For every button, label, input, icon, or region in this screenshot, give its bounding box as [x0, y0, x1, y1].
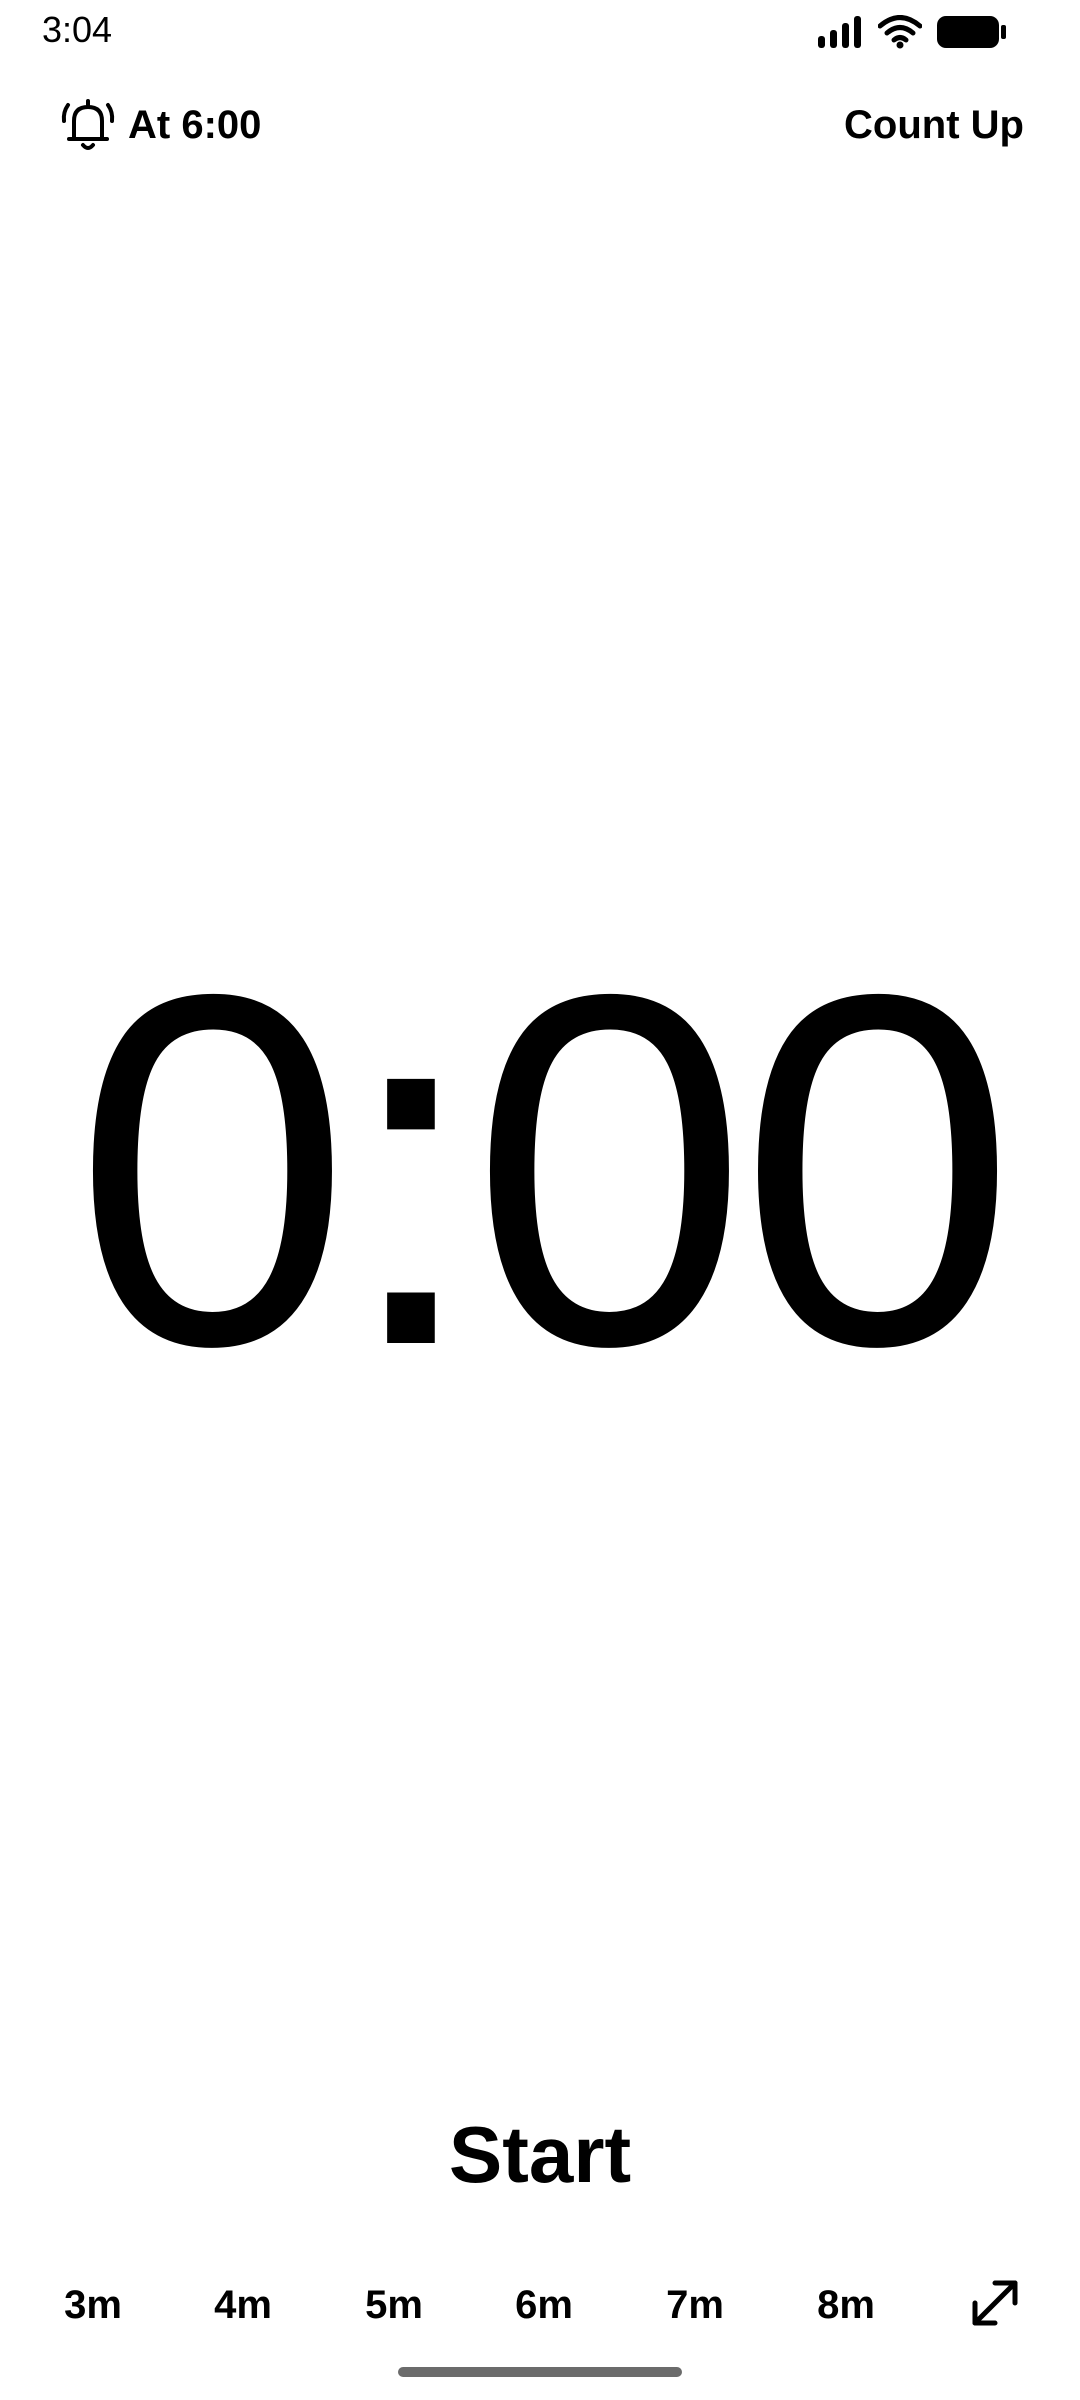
- timer-display: 0:00: [73, 890, 1016, 1449]
- alarm-button[interactable]: At 6:00: [60, 95, 261, 155]
- alarm-bell-icon: [60, 95, 116, 155]
- top-bar: At 6:00 Count Up: [0, 90, 1080, 160]
- status-icons: [818, 12, 1008, 52]
- battery-icon: [936, 14, 1008, 50]
- home-indicator[interactable]: [398, 2367, 682, 2377]
- preset-bar: 3m 4m 5m 6m 7m 8m: [0, 2265, 1080, 2345]
- timer-screen: 3:04 At 6:00 Count Up 0:00 Start 3m 4m 5…: [0, 0, 1080, 2400]
- preset-7m-button[interactable]: 7m: [635, 2265, 755, 2345]
- preset-6m-button[interactable]: 6m: [484, 2265, 604, 2345]
- status-time: 3:04: [42, 9, 113, 50]
- wifi-icon: [878, 15, 922, 49]
- start-button[interactable]: Start: [340, 2100, 740, 2210]
- alarm-label: At 6:00: [128, 103, 262, 147]
- expand-diagonal-icon: [967, 2275, 1023, 2336]
- preset-3m-button[interactable]: 3m: [33, 2265, 153, 2345]
- count-up-button[interactable]: Count Up: [844, 100, 1024, 150]
- fullscreen-button[interactable]: [955, 2265, 1035, 2345]
- status-bar: 3:04: [0, 0, 1080, 60]
- signal-icon: [818, 16, 864, 48]
- preset-5m-button[interactable]: 5m: [334, 2265, 454, 2345]
- preset-8m-button[interactable]: 8m: [786, 2265, 906, 2345]
- preset-4m-button[interactable]: 4m: [183, 2265, 303, 2345]
